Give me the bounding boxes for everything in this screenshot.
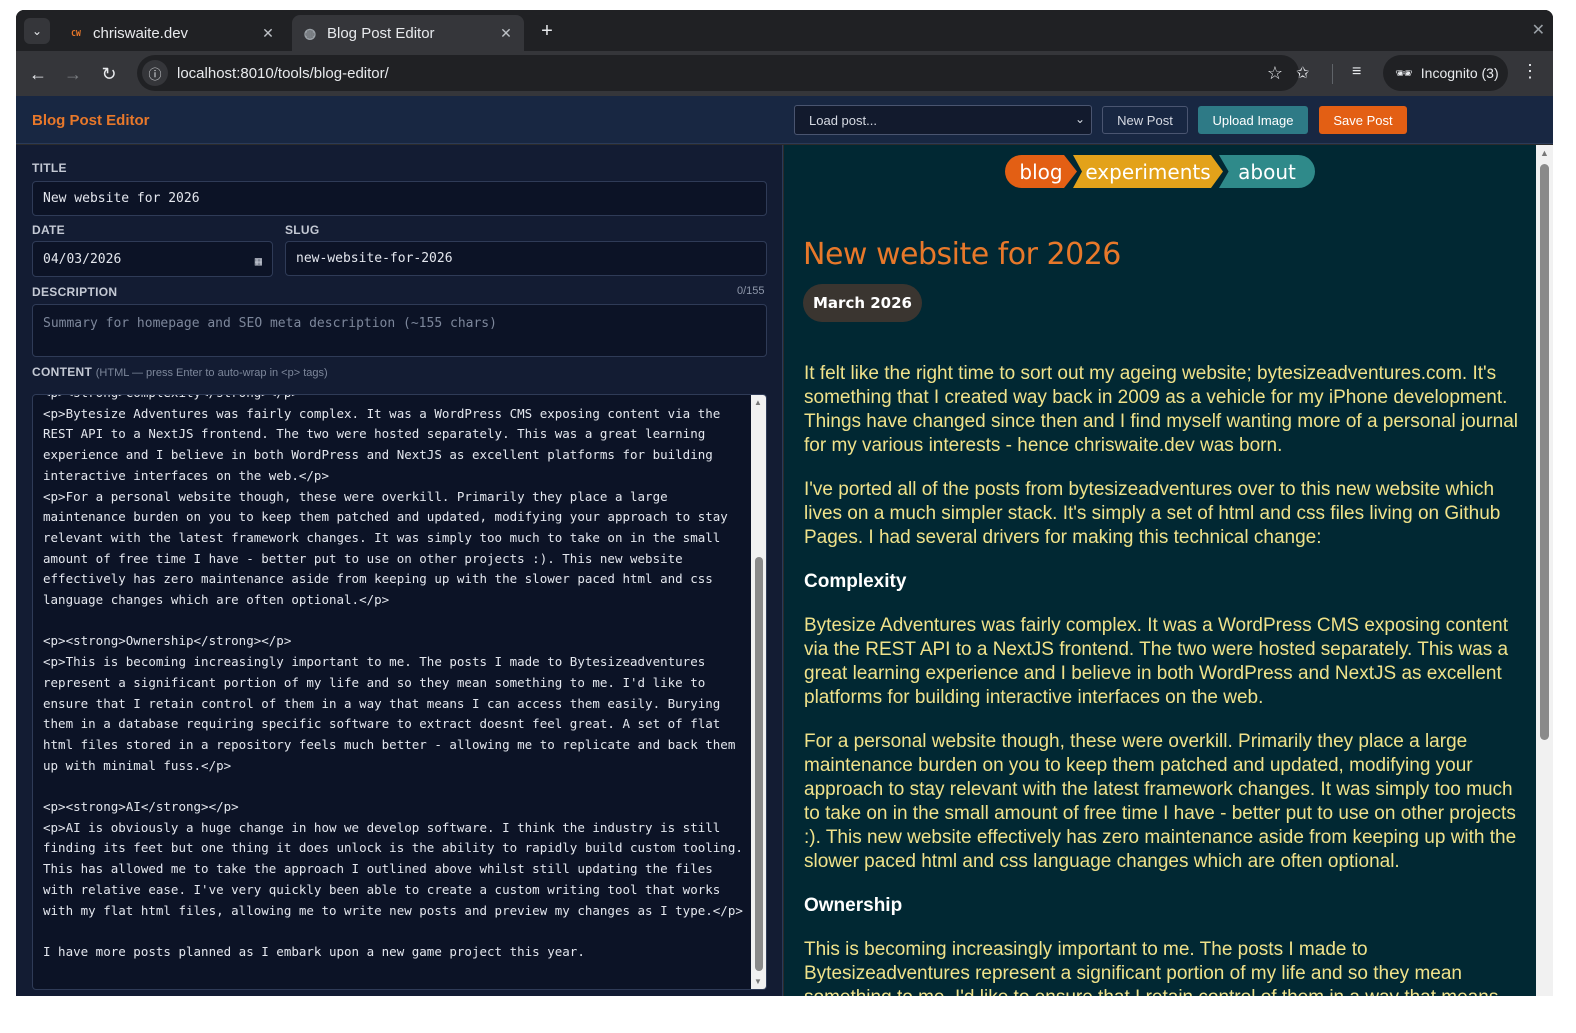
site-info-icon[interactable]: ⓘ xyxy=(142,60,168,86)
post-paragraph: This is becoming increasingly important … xyxy=(804,939,1498,996)
close-icon[interactable]: ✕ xyxy=(260,25,276,42)
post-date-badge: March 2026 xyxy=(803,284,922,322)
editor-pane: TITLE New website for 2026 DATE 04/03/20… xyxy=(16,145,783,996)
calendar-icon[interactable]: ▦ xyxy=(255,254,262,268)
incognito-label: Incognito (3) xyxy=(1420,65,1499,81)
post-paragraph: Bytesize Adventures was fairly complex. … xyxy=(804,615,1509,708)
post-body: It felt like the right time to sort out … xyxy=(804,362,1524,996)
post-paragraph: I've ported all of the posts from bytesi… xyxy=(804,479,1501,548)
new-post-button[interactable]: New Post xyxy=(1102,106,1188,134)
bookmark-star-icon[interactable]: ☆ xyxy=(1267,63,1283,84)
app-title: Blog Post Editor xyxy=(32,112,150,129)
incognito-button[interactable]: 🕶 Incognito (3) xyxy=(1383,55,1508,91)
reading-list-icon[interactable]: ≡ xyxy=(1352,63,1361,81)
post-paragraph: For a personal website though, these wer… xyxy=(804,731,1517,872)
date-value: 04/03/2026 xyxy=(43,251,122,267)
new-tab-plus-icon[interactable]: + xyxy=(534,18,560,44)
tab-search-chevron-icon[interactable]: ⌄ xyxy=(24,18,50,44)
reload-icon[interactable]: ↻ xyxy=(96,61,122,87)
scrollbar-thumb[interactable] xyxy=(755,557,763,971)
menu-dots-icon[interactable]: ⋮ xyxy=(1521,61,1539,82)
date-label: DATE xyxy=(32,223,65,237)
forward-arrow-icon[interactable]: → xyxy=(60,61,86,87)
tab-title: Blog Post Editor xyxy=(327,24,435,42)
scroll-down-arrow-icon[interactable]: ▼ xyxy=(754,977,762,986)
post-paragraph: It felt like the right time to sort out … xyxy=(804,363,1518,456)
nav-experiments-link[interactable]: experiments xyxy=(1073,155,1223,188)
scroll-up-arrow-icon[interactable]: ▲ xyxy=(1540,148,1549,158)
content-label-text: CONTENT xyxy=(32,365,93,379)
cw-favicon-icon: CW xyxy=(71,28,81,38)
content-hint: (HTML — press Enter to auto-wrap in <p> … xyxy=(95,367,328,379)
window-close-icon[interactable]: ✕ xyxy=(1532,20,1545,40)
browser-toolbar: ← → ↻ ⓘ localhost:8010/tools/blog-editor… xyxy=(16,51,1553,96)
nav-blog-link[interactable]: blog xyxy=(1005,155,1077,188)
description-label: DESCRIPTION xyxy=(32,285,118,299)
tab-strip: ⌄ CW chriswaite.dev ✕ ◍ Blog Post Editor… xyxy=(16,10,1553,51)
content-textarea[interactable]: <p><strong>Complexity</strong></p> <p>By… xyxy=(32,394,767,990)
globe-icon: ◍ xyxy=(303,24,317,41)
tab-blog-post-editor[interactable]: ◍ Blog Post Editor ✕ xyxy=(292,15,524,51)
close-icon[interactable]: ✕ xyxy=(498,25,514,42)
save-post-button[interactable]: Save Post xyxy=(1319,106,1407,134)
app-header: Blog Post Editor Load post... ⌄ New Post… xyxy=(16,96,1553,144)
scrollbar-thumb[interactable] xyxy=(1540,164,1549,740)
content-label: CONTENT (HTML — press Enter to auto-wrap… xyxy=(32,365,328,379)
browser-window: ⌄ CW chriswaite.dev ✕ ◍ Blog Post Editor… xyxy=(16,10,1553,996)
toolbar-divider xyxy=(1332,64,1333,84)
slug-input[interactable]: new-website-for-2026 xyxy=(285,241,767,276)
address-bar[interactable]: ⓘ localhost:8010/tools/blog-editor/ ☆ xyxy=(137,55,1299,91)
content-text[interactable]: <p><strong>Complexity</strong></p> <p>By… xyxy=(43,395,748,963)
chevron-down-icon: ⌄ xyxy=(1074,112,1085,126)
title-label: TITLE xyxy=(32,161,67,175)
post-heading: Complexity xyxy=(804,571,907,592)
content-scrollbar[interactable]: ▲ ▼ xyxy=(751,395,766,989)
nav-about-link[interactable]: about xyxy=(1219,155,1315,188)
load-post-select-value: Load post... xyxy=(809,112,877,128)
extensions-star-icon[interactable]: ✩ xyxy=(1296,63,1309,83)
upload-image-button[interactable]: Upload Image xyxy=(1198,106,1308,134)
post-heading: Ownership xyxy=(804,895,903,916)
incognito-icon: 🕶 xyxy=(1395,64,1413,81)
back-arrow-icon[interactable]: ← xyxy=(25,61,51,87)
url-text[interactable]: localhost:8010/tools/blog-editor/ xyxy=(177,65,1267,82)
preview-pane: blog experiments about New website for 2… xyxy=(784,145,1536,996)
description-textarea[interactable]: Summary for homepage and SEO meta descri… xyxy=(32,304,767,357)
load-post-select[interactable]: Load post... ⌄ xyxy=(794,105,1092,135)
description-char-count: 0/155 xyxy=(737,285,765,297)
title-input[interactable]: New website for 2026 xyxy=(32,181,767,216)
tab-chriswaite[interactable]: CW chriswaite.dev ✕ xyxy=(58,15,286,51)
tab-title: chriswaite.dev xyxy=(93,24,189,42)
date-input[interactable]: 04/03/2026 ▦ xyxy=(32,241,273,277)
slug-label: SLUG xyxy=(285,223,320,237)
preview-scrollbar[interactable]: ▲ xyxy=(1536,145,1553,996)
scroll-up-arrow-icon[interactable]: ▲ xyxy=(754,398,762,407)
post-title: New website for 2026 xyxy=(803,237,1121,272)
